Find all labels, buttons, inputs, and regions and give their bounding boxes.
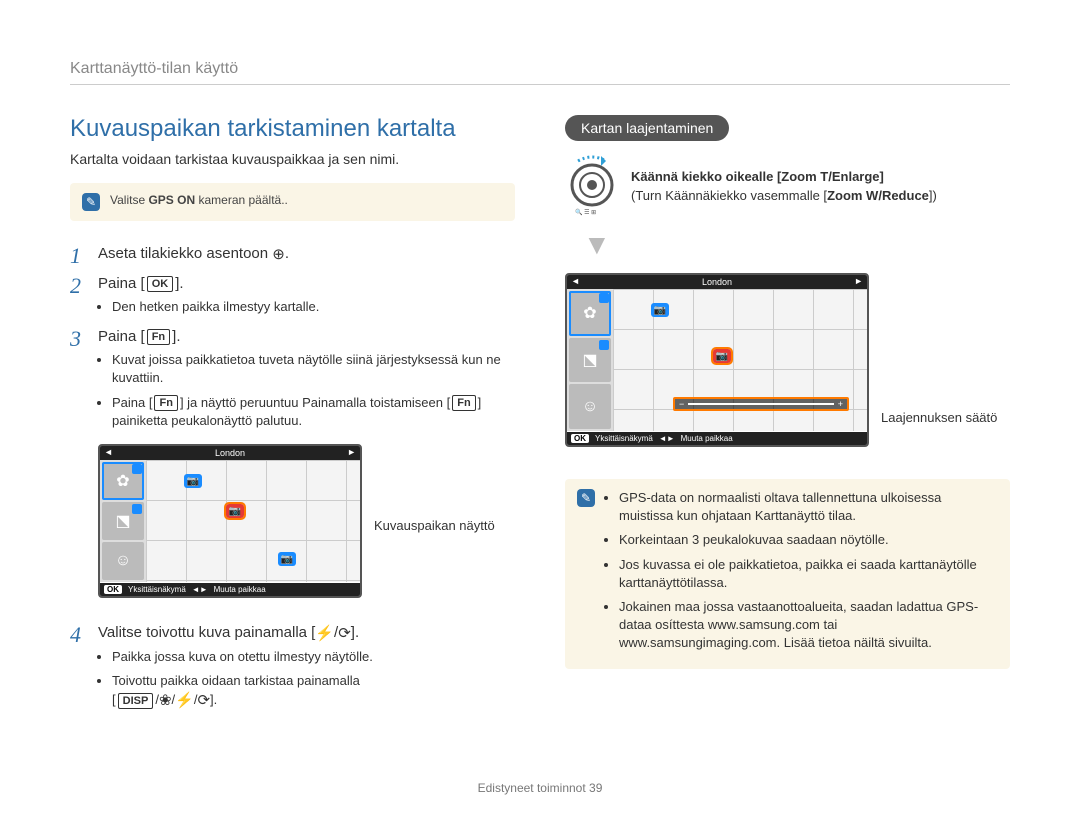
screenshot-bottom-bar: OK Yksittäisnäkymä ◄► Muuta paikkaa [567,432,867,445]
timer-icon: ⟳ [338,624,351,642]
nav-arrows-icon: ◄► [192,585,208,594]
step-3: Paina [Fn]. Kuvat joissa paikkatietoa tu… [70,328,515,612]
zoom-reduce-label: (Turn Käännäkiekko vasemmalle [Zoom W/Re… [631,186,937,206]
note-box-gps: ✎ GPS-data on normaalisti oltava tallenn… [565,479,1010,669]
right-column: Kartan laajentaminen 🔍 ☰ ⊞ Käännä kiekko… [565,115,1010,773]
step-3-bullet-2: Paina [Fn] ja näyttö peruuntuu Painamall… [112,394,515,430]
section-pill: Kartan laajentaminen [565,115,729,141]
ok-key: OK [104,585,122,594]
thumbnail: ☺ [569,384,611,429]
gps-note-item: Jos kuvassa ei ole paikkatietoa, paikka … [619,556,998,592]
map-view: 📷 📷 📷 [146,460,360,582]
step-2-bullet: Den hetken paikka ilmestyy kartalle. [112,298,515,316]
gps-note-item: Korkeintaan 3 peukalokuvaa saadaan nöytö… [619,531,998,549]
zoom-dial-icon: 🔍 ☰ ⊞ [565,155,619,217]
step-1: Aseta tilakiekko asentoon ⊕. [70,245,515,263]
nav-arrows-icon: ◄► [659,434,675,443]
thumbnail: ☺ [102,542,144,580]
gps-note-item: Jokainen maa jossa vastaanottoalueita, s… [619,598,998,653]
step-4-bullet-2: Toivottu paikka oidaan tarkistaa painama… [112,672,515,711]
nav-right-icon: ► [854,276,863,286]
macro-icon: ❀ [159,690,172,711]
gps-mode-icon: ⊕ [272,245,285,263]
zoom-out-icon: − [679,399,684,409]
nav-right-icon: ► [347,447,356,457]
ok-key: OK [147,276,174,292]
note-text: Valitse GPS ON kameran päältä.. [110,193,288,207]
photo-pin-selected-icon: 📷 [226,504,244,518]
arrow-down-icon: ▼ [583,229,1010,261]
location-name: London [215,448,245,458]
flash-icon: ⚡ [315,624,334,642]
camera-screenshot-zoom: ◄ London ► ✿ ⬔ ☺ 📷 📷 [565,273,869,447]
move-label: Muuta paikkaa [681,434,733,443]
fn-key: Fn [154,395,177,411]
thumbnail: ✿ [102,462,144,500]
map-view: 📷 📷 − + [613,289,867,431]
move-label: Muuta paikkaa [214,585,266,594]
note-box: ✎ Valitse GPS ON kameran päältä.. [70,183,515,221]
ok-key: OK [571,434,589,443]
nav-left-icon: ◄ [104,447,113,457]
note-icon: ✎ [577,489,595,507]
gps-note-list: GPS-data on normaalisti oltava tallennet… [605,489,998,659]
annotation-label: Kuvauspaikan näyttö [374,518,495,533]
thumbnail-strip: ✿ ⬔ ☺ [100,460,146,582]
location-name: London [702,277,732,287]
step-4-bullet-1: Paikka jossa kuva on otettu ilmestyy näy… [112,648,515,666]
screenshot-bottom-bar: OK Yksittäisnäkymä ◄► Muuta paikkaa [100,583,360,596]
breadcrumb: Karttanäyttö-tilan käyttö [70,60,1010,85]
thumbnail: ✿ [569,291,611,336]
disp-key: DISP [118,693,154,709]
photo-pin-icon: 📷 [184,474,202,488]
page-title: Kuvauspaikan tarkistaminen kartalta [70,115,515,143]
thumbnail: ⬔ [569,338,611,383]
camera-screenshot: ◄ London ► ✿ ⬔ ☺ [98,444,362,598]
step-3-bullet-1: Kuvat joissa paikkatietoa tuveta näytöll… [112,351,515,387]
page-footer: Edistyneet toiminnot 39 [70,781,1010,795]
photo-pin-icon: 📷 [651,303,669,317]
svg-text:🔍 ☰ ⊞: 🔍 ☰ ⊞ [575,208,596,216]
annotation-label: Laajennuksen säätö [881,410,997,461]
steps-list: Aseta tilakiekko asentoon ⊕. Paina [OK].… [70,245,515,711]
thumbnail: ⬔ [102,502,144,540]
photo-pin-selected-icon: 📷 [713,349,731,363]
thumbnail-strip: ✿ ⬔ ☺ [567,289,613,431]
photo-pin-icon: 📷 [278,552,296,566]
ok-label: Yksittäisnäkymä [595,434,653,443]
step-2: Paina [OK]. Den hetken paikka ilmestyy k… [70,275,515,316]
step-4: Valitse toivottu kuva painamalla [⚡/⟳]. … [70,624,515,711]
zoom-slider: − + [673,397,849,411]
zoom-dial-row: 🔍 ☰ ⊞ Käännä kiekko oikealle [Zoom T/Enl… [565,155,1010,217]
zoom-dial-text: Käännä kiekko oikealle [Zoom T/Enlarge] … [631,167,937,206]
fn-key: Fn [452,395,475,411]
zoom-in-icon: + [838,399,843,409]
flash-icon: ⚡ [175,690,194,711]
page-subtitle: Kartalta voidaan tarkistaa kuvauspaikkaa… [70,151,515,167]
ok-label: Yksittäisnäkymä [128,585,186,594]
note-icon: ✎ [82,193,100,211]
left-column: Kuvauspaikan tarkistaminen kartalta Kart… [70,115,515,773]
zoom-enlarge-label: Käännä kiekko oikealle [Zoom T/Enlarge] [631,167,937,187]
timer-icon: ⟳ [197,690,210,711]
nav-left-icon: ◄ [571,276,580,286]
gps-note-item: GPS-data on normaalisti oltava tallennet… [619,489,998,525]
fn-key: Fn [147,329,170,345]
